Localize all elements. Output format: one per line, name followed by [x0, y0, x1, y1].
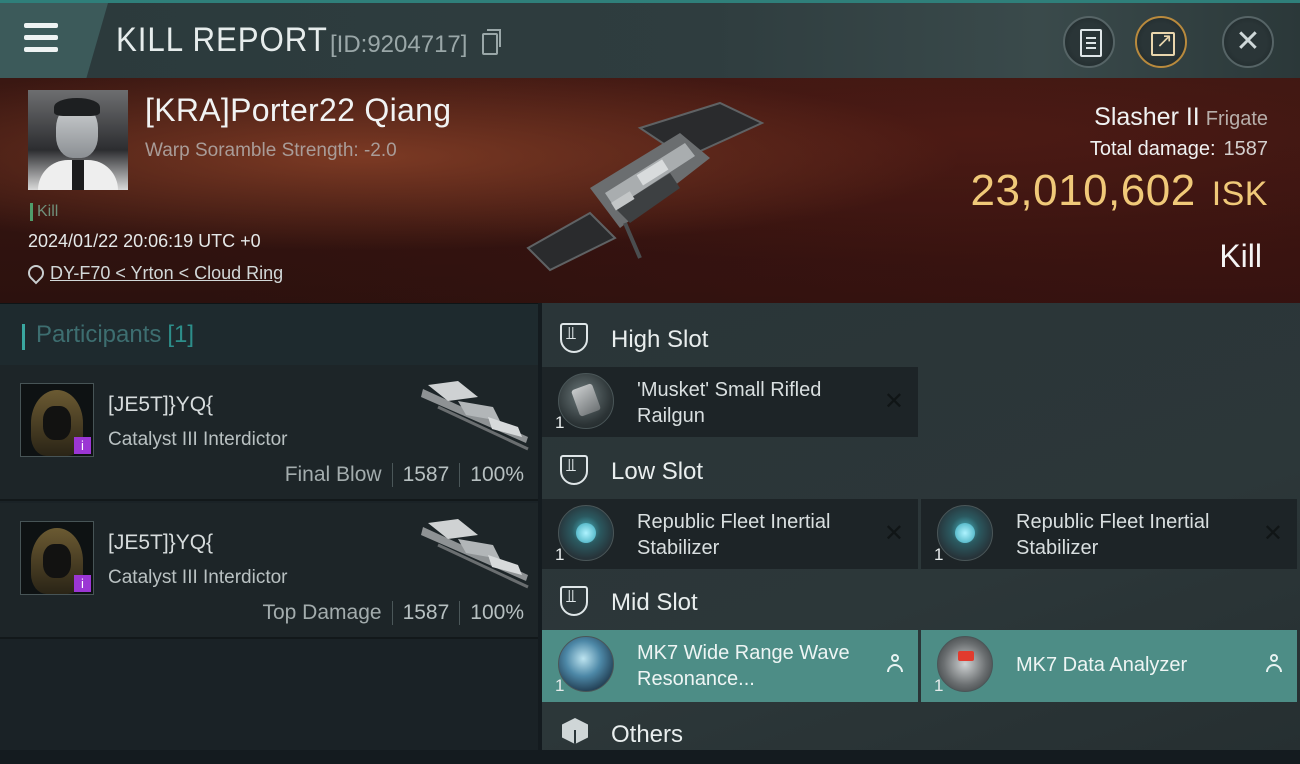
- page-title: KILL REPORT: [116, 21, 328, 59]
- kill-tag: Kill: [30, 203, 58, 221]
- participant-name: [JE5T]}YQ{: [108, 531, 214, 554]
- total-damage-label: Total damage:: [1089, 138, 1216, 160]
- module-item[interactable]: 1 Republic Fleet Inertial Stabilizer ✕: [921, 499, 1297, 569]
- module-item[interactable]: 1 Republic Fleet Inertial Stabilizer ✕: [542, 499, 918, 569]
- participants-title: Participants: [36, 321, 162, 348]
- clipboard-icon: [1080, 29, 1102, 57]
- participant-row[interactable]: i [JE5T]}YQ{ Catalyst III Interdictor To…: [0, 503, 538, 639]
- victim-ship-image: [526, 101, 765, 272]
- participant-role: Final Blow: [284, 463, 382, 486]
- participant-name: [JE5T]}YQ{: [108, 393, 214, 416]
- mid-slot-title: Mid Slot: [611, 589, 698, 616]
- participant-portrait: i: [20, 383, 94, 457]
- participants-header: Participants [1]: [0, 303, 538, 366]
- copy-icon[interactable]: [482, 29, 501, 55]
- warp-scramble-strength: Warp Soramble Strength: -2.0: [145, 140, 397, 161]
- participant-damage: 1587: [402, 463, 450, 486]
- isk-unit: ISK: [1211, 175, 1268, 213]
- kill-location-link[interactable]: DY-F70 < Yrton < Cloud Ring: [50, 263, 283, 284]
- mid-slot-header: Mid Slot: [542, 570, 1300, 632]
- victim-summary: [KRA]Porter22 Qiang Warp Soramble Streng…: [0, 78, 1300, 303]
- data-analyzer-icon: [937, 636, 993, 692]
- victim-portrait[interactable]: [28, 90, 128, 190]
- participant-ship-image: [421, 381, 529, 451]
- ship-name: Slasher II: [1094, 103, 1200, 131]
- kill-id: [ID:9204717]: [330, 31, 468, 58]
- destroyed-icon: ✕: [1262, 520, 1283, 547]
- railgun-icon: [558, 373, 614, 429]
- module-name: Republic Fleet Inertial Stabilizer: [637, 511, 831, 559]
- destroyed-icon: ✕: [883, 520, 904, 547]
- low-slot-title: Low Slot: [611, 458, 704, 485]
- menu-button[interactable]: [0, 3, 108, 78]
- module-quantity: 1: [934, 545, 944, 564]
- total-damage-value: 1587: [1223, 138, 1269, 160]
- info-badge-icon: i: [74, 575, 91, 592]
- participant-percent: 100%: [470, 463, 524, 486]
- module-name: Republic Fleet Inertial Stabilizer: [1016, 511, 1210, 559]
- isk-amount: 23,010,602: [970, 166, 1196, 215]
- top-bar: KILL REPORT [ID:9204717] ✕: [0, 0, 1300, 78]
- location-pin-icon: [24, 261, 48, 285]
- share-icon: [1151, 28, 1175, 56]
- inertial-stabilizer-icon: [558, 505, 614, 561]
- module-name: MK7 Wide Range Wave Resonance...: [637, 642, 850, 690]
- participant-portrait: i: [20, 521, 94, 595]
- fitting-panel: High Slot 1 'Musket' Small Rifled Railgu…: [542, 303, 1300, 750]
- participant-ship-image: [421, 519, 529, 589]
- module-name: MK7 Data Analyzer: [1016, 654, 1188, 676]
- mid-slot-icon: [560, 586, 588, 616]
- module-quantity: 1: [555, 676, 565, 695]
- close-icon: ✕: [1235, 25, 1261, 58]
- module-quantity: 1: [934, 676, 944, 695]
- low-slot-header: Low Slot: [542, 439, 1300, 501]
- participant-stats: Final Blow 1587 100%: [284, 463, 524, 488]
- others-header: Others: [542, 702, 1300, 764]
- destroyed-icon: ✕: [883, 388, 904, 415]
- dropped-person-icon: [1265, 654, 1283, 674]
- participants-count: [1]: [167, 321, 195, 348]
- kill-result: Kill: [1219, 238, 1262, 274]
- participant-ship: Catalyst III Interdictor: [108, 567, 288, 588]
- module-name: 'Musket' Small Rifled Railgun: [637, 379, 822, 427]
- module-quantity: 1: [555, 545, 565, 564]
- participant-stats: Top Damage 1587 100%: [262, 601, 524, 626]
- isk-value: 23,010,602 ISK: [970, 166, 1268, 216]
- wave-resonance-icon: [558, 636, 614, 692]
- module-quantity: 1: [555, 413, 565, 432]
- dropped-person-icon: [886, 654, 904, 674]
- high-slot-icon: [560, 323, 588, 353]
- inertial-stabilizer-icon: [937, 505, 993, 561]
- ship-class: Frigate: [1205, 108, 1268, 130]
- total-damage: Total damage: 1587: [1090, 138, 1268, 161]
- cargo-box-icon: [562, 718, 588, 744]
- close-button[interactable]: ✕: [1222, 16, 1274, 68]
- victim-name[interactable]: [KRA]Porter22 Qiang: [145, 92, 451, 129]
- share-button[interactable]: [1135, 16, 1187, 68]
- high-slot-header: High Slot: [542, 307, 1300, 369]
- others-title: Others: [611, 721, 684, 748]
- kill-time: 2024/01/22 20:06:19 UTC +0: [28, 231, 261, 251]
- participant-ship: Catalyst III Interdictor: [108, 429, 288, 450]
- module-item[interactable]: 1 MK7 Data Analyzer: [921, 630, 1297, 702]
- participant-row[interactable]: i [JE5T]}YQ{ Catalyst III Interdictor Fi…: [0, 365, 538, 501]
- victim-ship[interactable]: Slasher II Frigate: [1094, 103, 1268, 132]
- participant-damage: 1587: [402, 601, 450, 624]
- participant-percent: 100%: [470, 601, 524, 624]
- participants-panel: Participants [1] i [JE5T]}YQ{ Catalyst II…: [0, 303, 538, 750]
- module-item[interactable]: 1 MK7 Wide Range Wave Resonance...: [542, 630, 918, 702]
- report-button[interactable]: [1063, 16, 1115, 68]
- high-slot-title: High Slot: [611, 326, 709, 353]
- participant-role: Top Damage: [262, 601, 382, 624]
- low-slot-icon: [560, 455, 588, 485]
- module-item[interactable]: 1 'Musket' Small Rifled Railgun ✕: [542, 367, 918, 437]
- info-badge-icon: i: [74, 437, 91, 454]
